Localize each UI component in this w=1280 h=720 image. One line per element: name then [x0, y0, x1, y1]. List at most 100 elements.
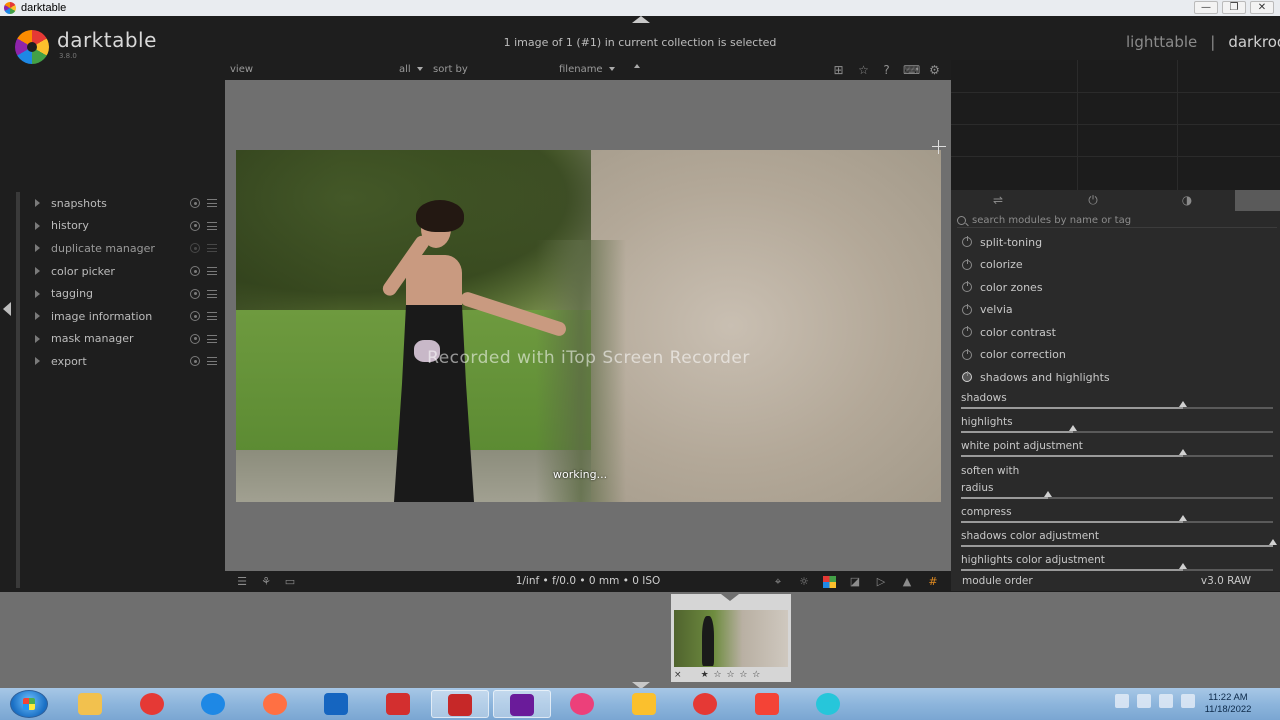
start-button[interactable]	[10, 690, 48, 718]
reset-icon[interactable]	[190, 311, 200, 322]
presets-menu-icon[interactable]	[207, 357, 217, 366]
module-colorize[interactable]: colorize	[951, 254, 1280, 276]
minimize-button[interactable]: —	[1194, 1, 1218, 14]
module-velvia[interactable]: velvia	[951, 299, 1280, 321]
power-icon[interactable]	[962, 258, 972, 270]
raw-overexposed-icon[interactable]: #	[925, 575, 941, 588]
slider-knob[interactable]	[1069, 425, 1077, 431]
module-mask-manager[interactable]: mask manager	[22, 328, 222, 351]
histogram-grid-line	[1077, 60, 1078, 190]
presets-menu-icon[interactable]	[207, 267, 217, 276]
slider-knob[interactable]	[1179, 563, 1187, 569]
power-icon[interactable]	[962, 348, 972, 360]
grouping-icon[interactable]: ⊞	[831, 64, 846, 77]
guides-icon[interactable]: ▷	[873, 575, 889, 588]
volume-icon[interactable]	[1159, 694, 1173, 708]
aloha-taskbar-button[interactable]	[800, 690, 858, 718]
star-icon[interactable]: ☆	[856, 64, 871, 77]
opera-taskbar-button[interactable]	[677, 690, 735, 718]
module-color-zones[interactable]: color zones	[951, 276, 1280, 298]
yandex-taskbar-button[interactable]	[739, 690, 797, 718]
sort-dropdown[interactable]: filename	[559, 64, 615, 75]
power-icon[interactable]	[962, 236, 972, 247]
power-icon[interactable]	[962, 371, 972, 382]
presets-menu-icon[interactable]	[207, 244, 217, 253]
module-search[interactable]: search modules by name or tag	[957, 213, 1277, 227]
module-tagging[interactable]: tagging	[22, 282, 222, 305]
tray-expand-icon[interactable]	[1115, 694, 1129, 708]
presets-menu-icon[interactable]	[207, 221, 217, 230]
slider-knob[interactable]	[1044, 491, 1052, 497]
reset-icon[interactable]	[190, 333, 200, 344]
module-duplicate-manager[interactable]: duplicate manager	[22, 237, 222, 260]
presets-menu-icon[interactable]	[207, 199, 217, 208]
reset-icon[interactable]	[190, 288, 200, 299]
file-explorer-taskbar-button[interactable]	[62, 690, 120, 718]
base-modules-tab-icon[interactable]: ◑	[1177, 193, 1197, 208]
slider-knob[interactable]	[1179, 449, 1187, 455]
slider-knob[interactable]	[1269, 539, 1277, 545]
power-icon[interactable]	[962, 303, 972, 315]
help-icon[interactable]: ?	[879, 64, 894, 77]
image-canvas[interactable]: Recorded with iTop Screen Recorder worki…	[225, 80, 951, 571]
main-photo[interactable]: Recorded with iTop Screen Recorder worki…	[236, 150, 941, 502]
chrome-taskbar-button[interactable]	[124, 690, 182, 718]
power-icon[interactable]	[962, 326, 972, 337]
filmstrip-thumbnail[interactable]: × ★ ☆ ☆ ☆ ☆	[671, 594, 791, 682]
presets-menu-icon[interactable]	[207, 312, 217, 321]
module-history[interactable]: history	[22, 215, 222, 238]
taskbar-clock[interactable]: 11:22 AM 11/18/2022	[1196, 692, 1260, 716]
network-icon[interactable]	[1137, 694, 1151, 708]
view-darkroom[interactable]: darkroom	[1228, 33, 1280, 51]
presets-menu-icon[interactable]	[207, 334, 217, 343]
softproof-icon[interactable]	[823, 576, 836, 588]
reset-icon[interactable]	[190, 198, 200, 209]
vivaldi-taskbar-button[interactable]	[370, 690, 428, 718]
keyboard-icon[interactable]: ⌨	[903, 64, 920, 77]
overexposed-warning-icon[interactable]: ▲	[899, 575, 915, 588]
maxthon-taskbar-button[interactable]	[308, 690, 366, 718]
focus-peaking-icon[interactable]: ⌖	[770, 575, 786, 588]
darktable-taskbar-button[interactable]	[492, 690, 551, 718]
close-button[interactable]: ✕	[1250, 1, 1274, 14]
slider-knob[interactable]	[1179, 401, 1187, 407]
collapse-top-panel-arrow-icon[interactable]	[632, 16, 650, 23]
module-color-correction[interactable]: color correction	[951, 344, 1280, 366]
7-star-taskbar-button[interactable]	[616, 690, 674, 718]
thumbnail-notch	[721, 594, 739, 601]
module-snapshots[interactable]: snapshots	[22, 192, 222, 215]
screen-recorder-taskbar-button[interactable]	[431, 690, 489, 718]
reset-icon[interactable]	[190, 266, 200, 277]
opera-gx-taskbar-button[interactable]	[554, 690, 612, 718]
module-order-value[interactable]: v3.0 RAW	[1201, 575, 1251, 587]
slider-knob[interactable]	[1179, 515, 1187, 521]
color-assessment-icon[interactable]: ☼	[796, 575, 812, 588]
module-color-contrast[interactable]: color contrast	[951, 321, 1280, 343]
active-modules-tab-icon[interactable]: ⏻	[1083, 193, 1103, 208]
action-center-icon[interactable]	[1181, 694, 1195, 708]
reset-icon[interactable]	[190, 243, 200, 254]
module-split-toning[interactable]: split-toning	[951, 231, 1280, 253]
presets-menu-icon[interactable]	[207, 289, 217, 298]
reset-icon[interactable]	[190, 220, 200, 231]
module-image-information[interactable]: image information	[22, 305, 222, 328]
gear-icon[interactable]: ⚙	[927, 64, 942, 77]
firefox-taskbar-button[interactable]	[247, 690, 305, 718]
view-lighttable[interactable]: lighttable	[1126, 33, 1197, 51]
left-panel-scrollbar[interactable]	[16, 192, 20, 588]
module-export[interactable]: export	[22, 350, 222, 373]
collapse-left-panel-arrow-icon[interactable]	[3, 302, 11, 316]
gamut-check-icon[interactable]: ◪	[847, 575, 863, 588]
color-modules-tab[interactable]	[1235, 190, 1280, 211]
quick-access-tab-icon[interactable]: ⇌	[988, 193, 1008, 208]
edge-taskbar-button[interactable]	[185, 690, 243, 718]
power-icon[interactable]	[962, 281, 972, 292]
module-color-picker[interactable]: color picker	[22, 260, 222, 283]
restore-button[interactable]: ❐	[1222, 1, 1246, 14]
sort-order-icon[interactable]	[634, 64, 640, 68]
module-shadows-and-highlights[interactable]: shadows and highlights	[951, 366, 1280, 388]
star-rating[interactable]: ★ ☆ ☆ ☆ ☆	[671, 670, 791, 680]
reset-icon[interactable]	[190, 356, 200, 367]
filter-dropdown[interactable]: all	[399, 64, 423, 75]
search-input[interactable]: search modules by name or tag	[972, 215, 1131, 226]
